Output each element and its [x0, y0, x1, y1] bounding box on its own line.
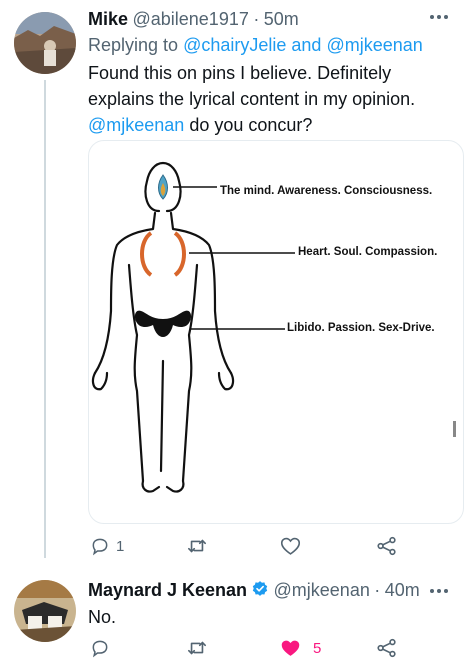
tweet2-reply-button[interactable]: [90, 638, 116, 658]
reply-icon: [92, 640, 108, 658]
avatar-mike-image: [14, 12, 76, 74]
label-libido: Libido. Passion. Sex-Drive.: [287, 322, 435, 334]
replying-to-user1[interactable]: @chairyJelie: [183, 35, 286, 55]
tweet1-replying-to: Replying to @chairyJelie and @mjkeenan: [88, 35, 423, 56]
tweet1-text-line2: explains the lyrical content in my opini…: [88, 89, 416, 109]
tweet1-handle[interactable]: @abilene1917: [132, 9, 248, 29]
tweet2-retweet-button[interactable]: [186, 638, 214, 658]
tweet1-author-name[interactable]: Mike: [88, 9, 128, 29]
replying-to-user2[interactable]: @mjkeenan: [326, 35, 422, 55]
tweet2-like-count: 5: [313, 639, 322, 657]
tweet2-text: No.: [88, 607, 117, 627]
tweet1-mention[interactable]: @mjkeenan: [88, 115, 184, 135]
tweet2-author-name[interactable]: Maynard J Keenan: [88, 580, 247, 600]
tweet1-media[interactable]: The mind. Awareness. Consciousness. Hear…: [88, 140, 464, 524]
tweet2-more-icon[interactable]: [430, 586, 456, 596]
heart-filled-icon: [281, 640, 300, 656]
tweet1-header: Mike @abilene1917 · 50m: [88, 9, 299, 30]
heart-outline-icon: [280, 537, 301, 555]
tweet1-separator: ·: [253, 9, 260, 29]
tweet2-separator: ·: [374, 580, 381, 600]
share-icon: [377, 536, 396, 556]
tweet1-reply-button[interactable]: 1: [90, 536, 124, 556]
avatar-mjkeenan[interactable]: [14, 580, 76, 642]
reply-icon: [92, 538, 108, 556]
tweet1-timestamp[interactable]: 50m: [264, 9, 299, 29]
replying-to-and: and: [291, 35, 322, 55]
retweet-icon: [188, 641, 206, 655]
avatar-mjkeenan-image: [14, 580, 76, 642]
replying-to-label: Replying to: [88, 35, 179, 55]
tweet1-text: Found this on pins I believe. Definitely…: [88, 60, 468, 138]
tweet1-text-line1: Found this on pins I believe. Definitely: [88, 63, 392, 83]
tweet1-reply-count: 1: [116, 537, 125, 555]
share-icon: [377, 638, 396, 658]
thread-line: [44, 80, 46, 558]
verified-badge-icon: [252, 581, 268, 596]
tweet2-header: Maynard J Keenan @mjkeenan · 40m: [88, 580, 420, 601]
tweet2-handle[interactable]: @mjkeenan: [274, 580, 370, 600]
tweet2-share-button[interactable]: [376, 638, 398, 658]
tweet1-text-line3: @mjkeenan do you concur?: [88, 112, 468, 138]
tweet2-timestamp[interactable]: 40m: [385, 580, 420, 600]
label-mind: The mind. Awareness. Consciousness.: [220, 185, 433, 197]
tweet1-like-button[interactable]: [280, 536, 307, 556]
tweet1-share-button[interactable]: [376, 536, 398, 556]
tweet1-text-end: do you concur?: [189, 115, 313, 135]
tweet1-retweet-button[interactable]: [186, 536, 214, 556]
label-heart: Heart. Soul. Compassion.: [298, 246, 438, 258]
avatar-mike[interactable]: [14, 12, 76, 74]
tweet2-like-button[interactable]: 5: [280, 638, 321, 658]
tweet1-more-icon[interactable]: [430, 12, 456, 22]
retweet-icon: [188, 539, 206, 553]
